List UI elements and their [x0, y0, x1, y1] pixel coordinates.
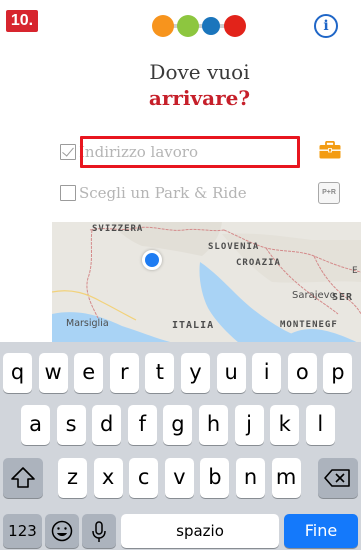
emoji-icon — [51, 520, 73, 542]
work-address-checkbox[interactable] — [60, 144, 76, 160]
map-label-sarajevo: Sarajevo — [292, 290, 336, 301]
space-key[interactable]: spazio — [121, 514, 279, 548]
logo-dot-orange — [152, 15, 174, 37]
key-d[interactable]: d — [92, 405, 122, 445]
key-r[interactable]: r — [109, 353, 139, 393]
page-title-line2: arrivare? — [148, 86, 251, 110]
logo-dot-green — [177, 15, 199, 37]
key-z[interactable]: z — [58, 458, 87, 498]
shift-icon — [11, 467, 35, 488]
step-badge: 10. — [6, 10, 38, 32]
key-q[interactable]: q — [3, 353, 32, 393]
key-y[interactable]: y — [181, 353, 210, 393]
key-m[interactable]: m — [271, 458, 301, 498]
keyboard: qwertyuiop asdfghjkl zxcvbnm 123 spazio … — [0, 342, 361, 550]
key-v[interactable]: v — [164, 458, 194, 498]
key-u[interactable]: u — [216, 353, 246, 393]
brand-logo — [152, 15, 248, 37]
work-address-highlight — [80, 136, 300, 168]
logo-dot-blue — [202, 17, 220, 35]
map-label-croatia: CROAZIA — [236, 258, 281, 268]
info-icon[interactable]: i — [314, 14, 338, 38]
current-location-marker — [142, 250, 162, 270]
map-view[interactable]: SVIZZERA SLOVENIA CROAZIA E Sarajevo SER… — [52, 222, 361, 347]
map-label-slovenia: SLOVENIA — [208, 242, 260, 252]
map-label-marseille: Marsiglia — [66, 318, 109, 329]
key-e[interactable]: e — [74, 353, 104, 393]
key-c[interactable]: c — [129, 458, 159, 498]
map-label-switzerland: SVIZZERA — [92, 224, 144, 234]
key-g[interactable]: g — [163, 405, 193, 445]
numbers-key[interactable]: 123 — [3, 514, 42, 548]
key-s[interactable]: s — [56, 405, 86, 445]
key-o[interactable]: o — [287, 353, 317, 393]
key-x[interactable]: x — [93, 458, 123, 498]
map-label-italy: ITALIA — [172, 320, 215, 331]
park-ride-icon[interactable]: P+R — [318, 182, 340, 204]
dictation-key[interactable] — [82, 514, 116, 548]
microphone-icon — [92, 521, 106, 542]
key-w[interactable]: w — [38, 353, 68, 393]
page-title-line1: Dove vuoi — [149, 60, 250, 84]
shift-key[interactable] — [3, 458, 43, 498]
backspace-icon — [324, 469, 350, 487]
key-h[interactable]: h — [199, 405, 228, 445]
key-k[interactable]: k — [270, 405, 300, 445]
emoji-key[interactable] — [45, 514, 79, 548]
map-label-serbia: SER — [332, 292, 354, 303]
key-i[interactable]: i — [252, 353, 282, 393]
map-label-e: E — [352, 266, 358, 276]
key-p[interactable]: p — [323, 353, 353, 393]
park-ride-label: Scegli un Park & Ride — [79, 184, 247, 202]
map-label-montenegro: MONTENEGF — [280, 320, 338, 330]
key-a[interactable]: a — [21, 405, 50, 445]
key-b[interactable]: b — [200, 458, 230, 498]
key-n[interactable]: n — [236, 458, 265, 498]
key-f[interactable]: f — [127, 405, 157, 445]
backspace-key[interactable] — [318, 458, 358, 498]
key-l[interactable]: l — [305, 405, 335, 445]
return-key[interactable]: Fine — [284, 514, 358, 548]
key-t[interactable]: t — [145, 353, 175, 393]
briefcase-icon[interactable] — [319, 141, 341, 159]
park-ride-checkbox[interactable] — [60, 185, 76, 201]
park-ride-row[interactable]: Scegli un Park & Ride — [60, 176, 247, 210]
logo-dot-red — [224, 15, 246, 37]
key-j[interactable]: j — [234, 405, 264, 445]
